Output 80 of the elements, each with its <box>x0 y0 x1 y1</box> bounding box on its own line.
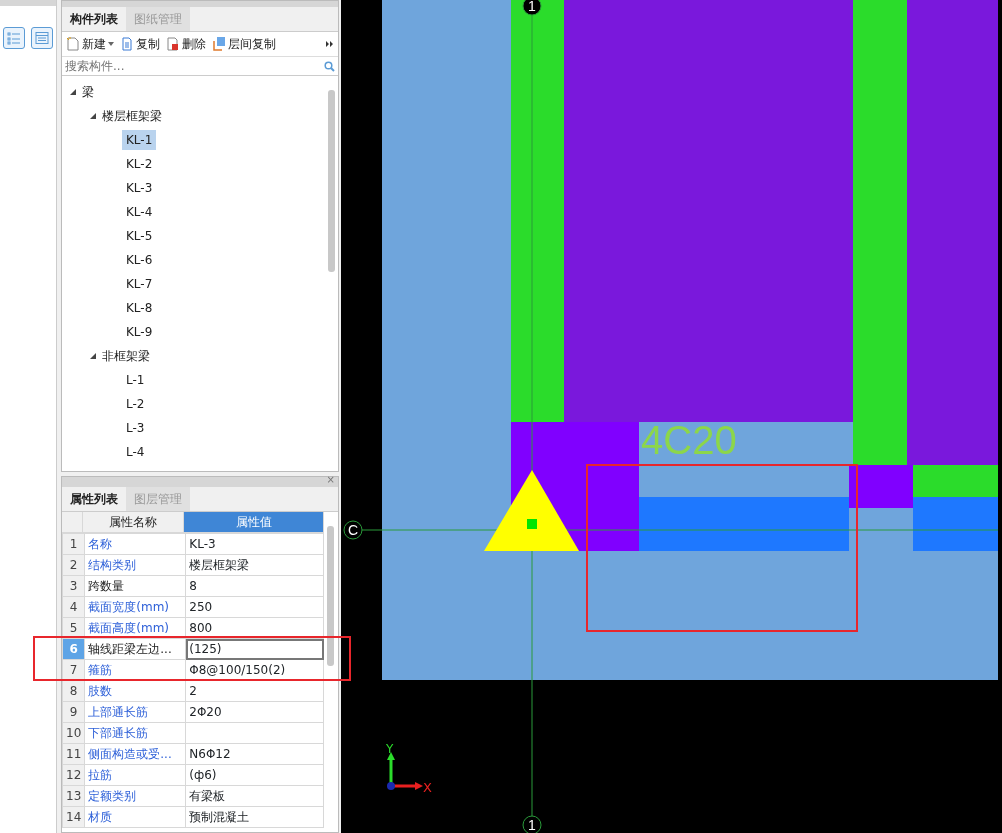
property-name: 拉筋 <box>84 764 186 786</box>
row-number: 9 <box>62 701 85 723</box>
tree-item[interactable]: KL-4 <box>122 202 157 222</box>
search-icon[interactable] <box>324 60 335 72</box>
caret-icon <box>108 42 114 46</box>
property-value[interactable]: 250 <box>185 596 324 618</box>
property-name: 轴线距梁左边... <box>84 638 186 660</box>
tree-item[interactable]: KL-9 <box>122 322 157 342</box>
property-value[interactable]: 2 <box>185 680 324 702</box>
property-value[interactable]: (125) <box>185 638 324 660</box>
point-marker <box>527 519 537 529</box>
property-name: 跨数量 <box>84 575 186 597</box>
row-number: 6 <box>62 638 85 660</box>
tree-item[interactable]: KL-7 <box>122 274 157 294</box>
column-header: 属性值 <box>184 512 324 532</box>
tree-item[interactable]: KL-3 <box>122 178 157 198</box>
property-name: 材质 <box>84 806 186 828</box>
overflow-icon[interactable] <box>326 41 334 47</box>
row-number: 3 <box>62 575 85 597</box>
property-value[interactable]: 有梁板 <box>185 785 324 807</box>
row-number: 12 <box>62 764 85 786</box>
expanded-icon[interactable] <box>90 112 98 120</box>
property-value[interactable]: 800 <box>185 617 324 639</box>
tree-item[interactable]: L-3 <box>122 418 149 438</box>
list-view-icon[interactable] <box>3 27 25 49</box>
property-name: 定额类别 <box>84 785 186 807</box>
toolbar-button[interactable]: 层间复制 <box>212 35 276 53</box>
row-number: 4 <box>62 596 85 618</box>
property-value[interactable]: KL-3 <box>185 533 324 555</box>
property-value[interactable]: N6Φ12 <box>185 743 324 765</box>
toolbar-button[interactable]: 删除 <box>166 35 206 53</box>
property-name: 名称 <box>84 533 186 555</box>
toolbar-button[interactable]: 复制 <box>120 35 160 53</box>
expanded-icon[interactable] <box>90 352 98 360</box>
tree-item[interactable]: 梁 <box>78 82 98 102</box>
tree-item[interactable]: KL-2 <box>122 154 157 174</box>
row-number: 11 <box>62 743 85 765</box>
property-name: 结构类别 <box>84 554 186 576</box>
property-name: 截面高度(mm) <box>84 617 186 639</box>
row-number: 8 <box>62 680 85 702</box>
property-value[interactable]: 楼层框架梁 <box>185 554 324 576</box>
tree-item[interactable]: KL-6 <box>122 250 157 270</box>
property-name: 肢数 <box>84 680 186 702</box>
axis-indicator-drawing: Y X <box>386 742 432 795</box>
property-value[interactable]: 2Φ20 <box>185 701 324 723</box>
window-view-icon[interactable] <box>31 27 53 49</box>
property-name: 下部通长筋 <box>84 722 186 744</box>
tree-item[interactable]: L-1 <box>122 370 149 390</box>
tree-item[interactable]: KL-1 <box>122 130 157 150</box>
axis-marker: C <box>343 520 363 540</box>
property-value[interactable]: 预制混凝土 <box>185 806 324 828</box>
rebar-label: 4C20 <box>641 418 737 462</box>
expanded-icon[interactable] <box>70 88 78 96</box>
scrollbar-thumb[interactable] <box>328 90 335 272</box>
property-value[interactable]: (ф6) <box>185 764 324 786</box>
new-file-icon <box>66 37 80 51</box>
tree-item[interactable]: KL-5 <box>122 226 157 246</box>
row-number: 1 <box>62 533 85 555</box>
layers-icon <box>212 37 226 51</box>
property-value[interactable]: 8 <box>185 575 324 597</box>
property-name: 侧面构造或受... <box>84 743 186 765</box>
row-number: 10 <box>62 722 85 744</box>
axis-marker: 1 <box>522 815 542 833</box>
property-name: 上部通长筋 <box>84 701 186 723</box>
tree-item[interactable]: L-4 <box>122 442 149 462</box>
column-header: 属性名称 <box>83 512 184 532</box>
tree-item[interactable]: KL-8 <box>122 298 157 318</box>
scrollbar-thumb[interactable] <box>327 526 334 666</box>
row-number: 2 <box>62 554 85 576</box>
toolbar-button[interactable]: 新建 <box>66 35 114 53</box>
tree-item[interactable]: L-2 <box>122 394 149 414</box>
axis-marker: 1 <box>522 0 542 16</box>
tree-item[interactable]: 非框架梁 <box>98 346 154 366</box>
row-number: 14 <box>62 806 85 828</box>
document-icon <box>120 37 134 51</box>
column-block <box>849 465 913 508</box>
row-number: 13 <box>62 785 85 807</box>
tree-item[interactable]: 楼层框架梁 <box>98 106 166 126</box>
delete-document-icon <box>166 37 180 51</box>
property-name: 截面宽度(mm) <box>84 596 186 618</box>
